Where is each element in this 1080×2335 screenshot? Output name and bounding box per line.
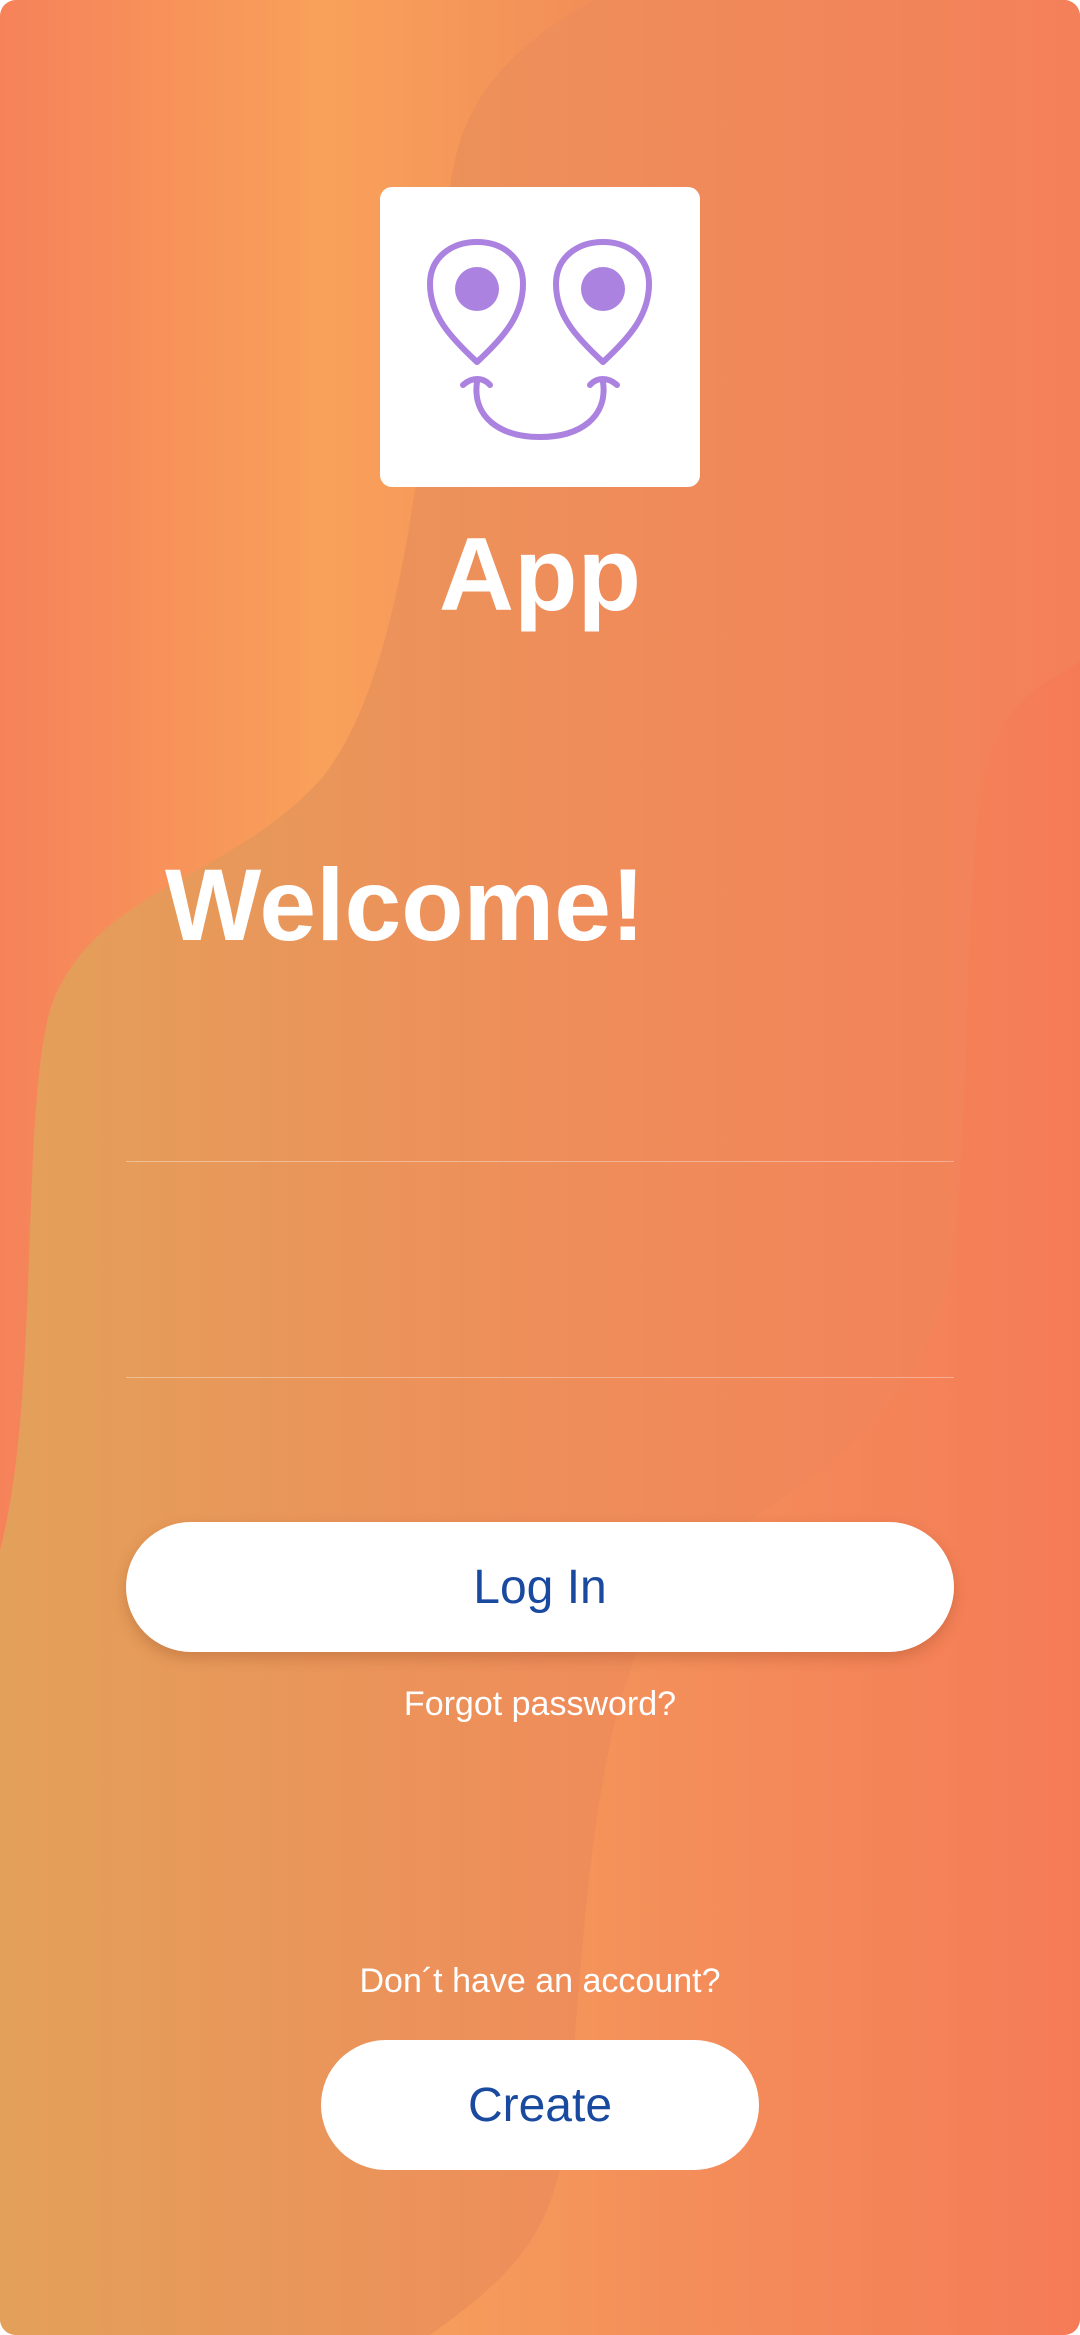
welcome-heading: Welcome! — [165, 848, 645, 962]
smiling-location-pins-icon — [427, 239, 652, 440]
forgot-password-link[interactable]: Forgot password? — [0, 1685, 1080, 1724]
login-button[interactable]: Log In — [126, 1522, 954, 1652]
email-field[interactable] — [126, 1062, 954, 1162]
no-account-text: Don´t have an account? — [359, 1962, 721, 2000]
app-title: App — [438, 517, 642, 633]
login-screen: App Welcome! Log In Forgot password? Don… — [0, 0, 1080, 2335]
password-field[interactable] — [126, 1278, 954, 1378]
create-account-button[interactable]: Create — [321, 2040, 759, 2170]
app-logo — [380, 187, 700, 487]
